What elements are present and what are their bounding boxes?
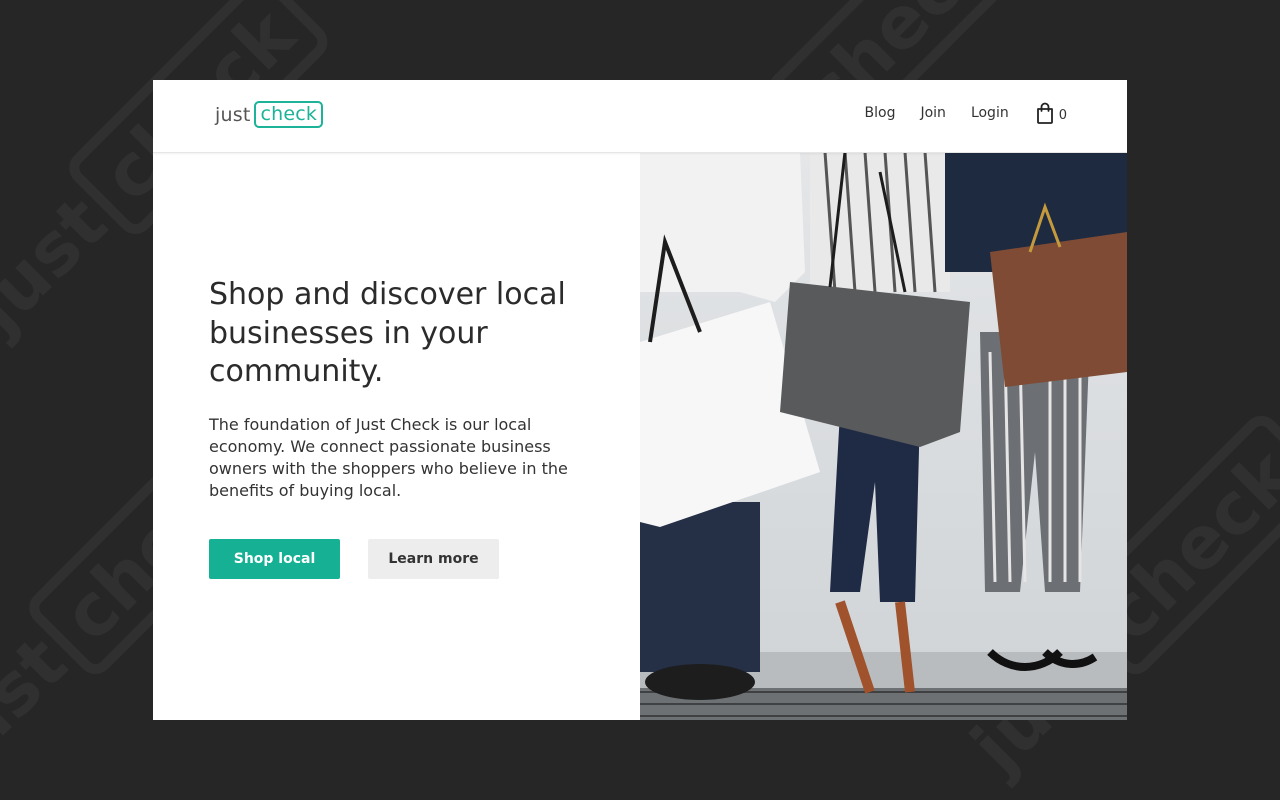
logo-text-check: check [254,101,324,128]
nav-blog-link[interactable]: Blog [865,105,896,121]
cart-button[interactable]: 0 [1035,102,1067,124]
hero-description: The foundation of Just Check is our loca… [209,415,568,500]
cart-count: 0 [1058,107,1067,123]
hero-content: Shop and discover local businesses in yo… [153,152,640,720]
browser-frame: just check Blog Join Login 0 Shop and di… [153,80,1127,720]
shopping-bag-icon [1036,102,1053,124]
main-nav: Blog Join Login 0 [865,102,1067,124]
logo[interactable]: just check [215,101,324,128]
learn-more-button[interactable]: Learn more [368,539,499,579]
site-header: just check Blog Join Login 0 [153,80,1127,153]
hero-headline: Shop and discover local businesses in yo… [209,277,566,389]
nav-login-link[interactable]: Login [971,105,1009,121]
hero-image [640,152,1127,720]
shop-local-button[interactable]: Shop local [209,539,340,579]
nav-join-link[interactable]: Join [920,105,945,121]
logo-text-just: just [215,103,251,126]
shoppers-photo [640,152,1127,720]
